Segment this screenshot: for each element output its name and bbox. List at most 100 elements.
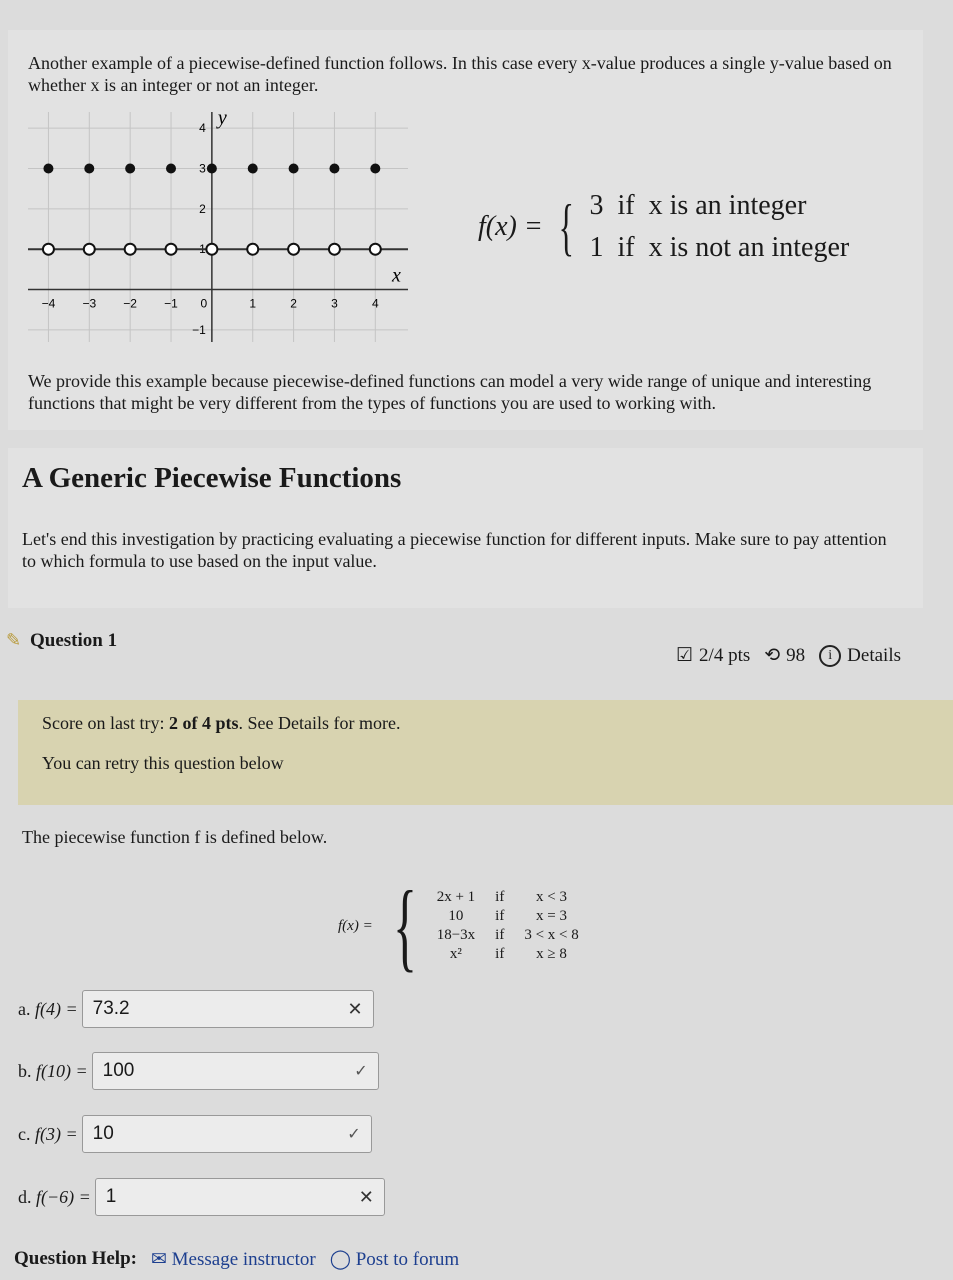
check-icon: ✓ [347, 1126, 361, 1143]
pencil-icon: ✎ [6, 630, 22, 650]
answer-expr: f(3) = [35, 1123, 78, 1144]
y-tick-label: −1 [192, 323, 206, 337]
formula-2: f(x) = { 2x + 1 if x < 3 10 if x = 3 18−3x if 3 … [338, 876, 579, 976]
example-card: Another example of a piecewise-defined f… [8, 30, 923, 430]
answer-row: d. f(−6) = 1 ✕ [18, 1178, 385, 1216]
case-value: 2x + 1 [436, 889, 476, 905]
case-value: 18−3x [436, 927, 476, 943]
x-axis-label: x [391, 265, 401, 287]
answer-input[interactable]: 73.2 ✕ [81, 990, 374, 1028]
answer-label: d. [18, 1186, 32, 1207]
closed-point [247, 163, 258, 174]
answer-input[interactable]: 1 ✕ [94, 1178, 385, 1216]
retry-text: You can retry this question below [42, 753, 284, 773]
checkbox-icon: ☑ [676, 645, 694, 666]
case-condition: x is not an integer [648, 232, 850, 263]
answer-input[interactable]: 10 ✓ [81, 1115, 372, 1153]
y-tick-label: 4 [199, 121, 206, 135]
x-tick-label: −2 [123, 297, 137, 311]
case-value: x² [449, 946, 462, 962]
question-header: ✎ Question 1 ☑ 2/4 pts ⟲ 98 i Details [4, 628, 944, 678]
section-text: Let's end this investigation by practici… [22, 529, 887, 571]
answer-row: c. f(3) = 10 ✓ [18, 1115, 372, 1153]
brace-icon: { [392, 870, 417, 981]
open-point [205, 242, 219, 256]
question-title: Question 1 [30, 630, 118, 651]
case-if: if [495, 927, 505, 943]
intro-text: Another example of a piecewise-defined f… [28, 53, 892, 95]
formula-2-lhs: f(x) = [338, 917, 373, 934]
x-tick-label: 4 [372, 297, 379, 311]
y-tick-label: 3 [199, 161, 206, 175]
score-text: Score on last try: 2 of 4 pts. See Detai… [42, 713, 401, 733]
closed-point [329, 163, 340, 174]
points: 2/4 pts [699, 644, 751, 666]
case-condition: x < 3 [536, 889, 568, 905]
case-if: if [495, 946, 505, 962]
answer-value[interactable]: 1 [106, 1186, 117, 1208]
answer-value[interactable]: 10 [93, 1123, 114, 1145]
mail-icon: ✉ [150, 1249, 172, 1270]
x-icon: ✕ [347, 998, 363, 1019]
x-tick-label: 3 [331, 297, 338, 311]
x-tick-label: 1 [249, 297, 256, 311]
formula-1: f(x) = { 3 if x is an integer 1 if x is not … [478, 190, 849, 264]
info-icon[interactable]: i [819, 644, 842, 667]
case-if: if [617, 232, 635, 263]
answer-value[interactable]: 73.2 [93, 998, 130, 1020]
score-banner: Score on last try: 2 of 4 pts. See Detai… [18, 700, 953, 805]
open-point [287, 242, 301, 256]
x-icon: ✕ [358, 1186, 374, 1207]
retry-icon: ⟲ [764, 645, 781, 666]
x-tick-label: −3 [82, 297, 96, 311]
answer-expr: f(−6) = [36, 1186, 91, 1207]
closed-point [166, 163, 177, 174]
case-condition: 3 < x < 8 [524, 927, 579, 943]
case-value: 10 [448, 908, 464, 924]
open-point [123, 242, 137, 256]
x-tick-label: −1 [164, 297, 178, 311]
open-point [246, 242, 260, 256]
question-help: Question Help: ✉ Message instructor ◯ Po… [14, 1248, 459, 1271]
case-condition: x ≥ 8 [536, 946, 567, 962]
x-tick-label: 2 [290, 297, 297, 311]
details-link[interactable]: Details [847, 645, 901, 667]
question-prompt: The piecewise function f is defined belo… [22, 827, 328, 847]
closed-point [84, 163, 95, 174]
retries-count: 98 [786, 644, 806, 666]
answer-value[interactable]: 100 [103, 1060, 135, 1082]
open-point [164, 242, 178, 256]
message-instructor-link[interactable]: ✉ Message instructor [151, 1248, 316, 1271]
section-card: A Generic Piecewise Functions Let's end … [8, 448, 923, 608]
piecewise-graph: −4−3−2−1012344321−1xy [28, 112, 408, 342]
brace-icon: { [558, 191, 574, 262]
closed-point [288, 163, 299, 174]
section-title: A Generic Piecewise Functions [22, 462, 402, 494]
help-label: Question Help: [14, 1248, 137, 1269]
case-condition: x is an integer [648, 190, 807, 221]
answer-input[interactable]: 100 ✓ [91, 1052, 379, 1090]
closed-point [206, 163, 217, 174]
post-to-forum-link[interactable]: ◯ Post to forum [330, 1248, 459, 1271]
case-value: 1 [589, 232, 604, 263]
answer-label: c. [18, 1123, 31, 1144]
y-axis-label: y [216, 112, 227, 129]
case-if: if [617, 190, 635, 221]
chat-icon: ◯ [329, 1249, 356, 1270]
check-icon: ✓ [354, 1063, 368, 1080]
case-if: if [495, 889, 505, 905]
x-tick-label: −4 [42, 297, 56, 311]
case-if: if [495, 908, 505, 924]
case-condition: x = 3 [536, 908, 568, 924]
answer-label: b. [18, 1060, 32, 1081]
open-point [82, 242, 96, 256]
closed-point [43, 163, 54, 174]
formula-1-lhs: f(x) = [478, 211, 543, 242]
closed-point [370, 163, 381, 174]
paragraph-2: We provide this example because piecewis… [28, 371, 872, 413]
open-point [327, 242, 341, 256]
answer-expr: f(4) = [35, 998, 78, 1019]
closed-point [125, 163, 136, 174]
open-point [368, 242, 382, 256]
x-tick-label: 0 [201, 297, 208, 311]
